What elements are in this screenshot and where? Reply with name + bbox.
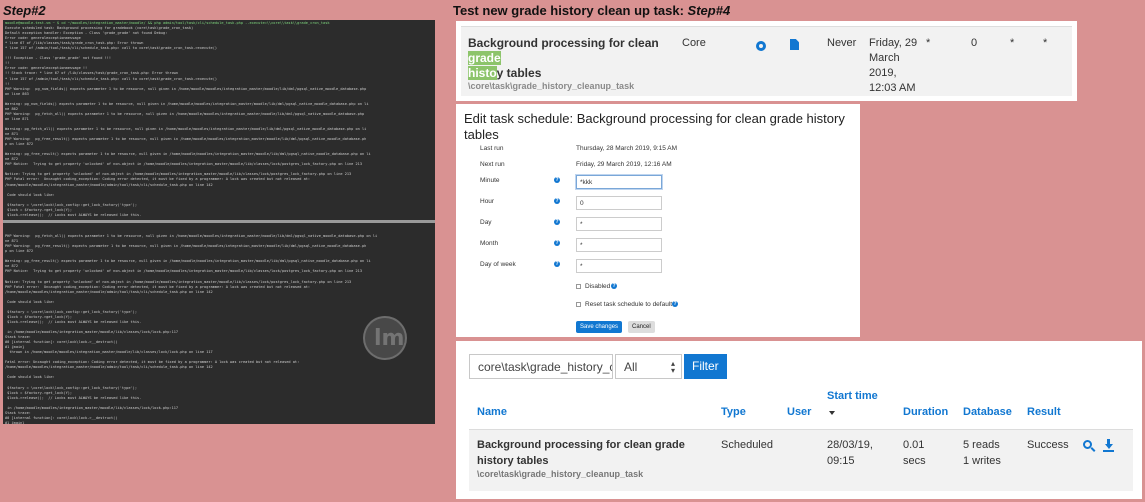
column-header-duration[interactable]: Duration xyxy=(903,404,948,420)
disabled-help-icon[interactable]: ? xyxy=(611,283,617,289)
column-header-result[interactable]: Result xyxy=(1027,404,1061,420)
terminal-line: Warning: pg_free_result() expects parame… xyxy=(5,259,371,264)
day-of-week-input[interactable]: * xyxy=(576,259,662,273)
log-database: 5 reads 1 writes xyxy=(963,439,1001,467)
save-changes-button[interactable]: Save changes xyxy=(576,321,623,333)
day-help-icon[interactable]: ? xyxy=(554,219,560,225)
sort-descending-icon xyxy=(829,411,835,415)
day-of-week-help-icon[interactable]: ? xyxy=(554,261,560,267)
task-logs-panel: core\task\grade_history_cle All ▴ ▾ Filte… xyxy=(456,341,1142,499)
task-classname: \core\task\grade_history_cleanup_task xyxy=(468,81,635,91)
terminal-line: PHP Warning: pg_fetch_all() expects para… xyxy=(5,234,378,239)
minute-input[interactable]: *kkk xyxy=(576,175,662,189)
os-logo-watermark-icon: lm xyxy=(363,316,407,360)
task-component: Core xyxy=(682,37,706,49)
download-output-icon[interactable] xyxy=(1103,439,1115,453)
task-minute: * xyxy=(926,37,931,49)
month-label: Month xyxy=(480,240,499,247)
reset-schedule-help-icon[interactable]: ? xyxy=(672,301,678,307)
step4-caption: Test new grade history clean up task: St… xyxy=(453,3,731,18)
select-arrows-icon: ▴ ▾ xyxy=(670,359,675,375)
column-header-name[interactable]: Name xyxy=(477,404,507,420)
day-of-week-label: Day of week xyxy=(480,261,516,268)
month-help-icon[interactable]: ? xyxy=(554,240,560,246)
hour-label: Hour xyxy=(480,198,495,205)
terminal-window: moodle@moodle-test-vm ~ $ cd ~/moodles/i… xyxy=(3,20,435,424)
terminal-output-top: moodle@moodle-test-vm ~ $ cd ~/moodles/i… xyxy=(3,20,435,220)
next-run-value: Friday, 29 March 2019, 12:16 AM xyxy=(576,161,672,168)
hour-input[interactable]: 0 xyxy=(576,196,662,210)
reset-schedule-checkbox[interactable] xyxy=(576,302,581,307)
next-run-label: Next run xyxy=(480,161,505,168)
terminal-line: $lock->release(); // Locks must ALWAYS b… xyxy=(5,212,142,217)
terminal-line: #1 {main} xyxy=(5,420,25,424)
scheduled-task-list-panel: Background processing for clean grade his… xyxy=(456,21,1077,101)
task-name: Background processing for clean grade his… xyxy=(468,36,668,91)
last-run-value: Thursday, 28 March 2019, 9:15 AM xyxy=(576,145,678,152)
terminal-line: Warning: pg_free_result() expects parame… xyxy=(5,152,371,157)
edit-form-title: Edit task schedule: Background processin… xyxy=(464,111,845,142)
column-header-database[interactable]: Database xyxy=(963,404,1012,420)
month-input[interactable]: * xyxy=(576,238,662,252)
disabled-checkbox[interactable] xyxy=(576,284,581,289)
cancel-button[interactable]: Cancel xyxy=(628,321,655,333)
last-run-label: Last run xyxy=(480,145,504,152)
filter-button[interactable]: Filter xyxy=(684,354,727,379)
task-next-run: Friday, 29 March 2019, 12:03 AM xyxy=(869,37,918,94)
log-task-name: Background processing for clean grade hi… xyxy=(477,439,685,479)
task-hour: 0 xyxy=(971,37,978,49)
log-type: Scheduled xyxy=(721,439,773,451)
column-header-type[interactable]: Type xyxy=(721,404,746,420)
task-month: * xyxy=(1043,37,1048,49)
disabled-label: Disabled xyxy=(585,283,611,290)
step2-caption: Step#2 xyxy=(3,3,46,18)
task-last-run: Never xyxy=(827,37,857,49)
edit-schedule-gear-icon[interactable] xyxy=(756,38,766,56)
log-result: Success xyxy=(1027,439,1069,451)
log-duration: 0.01 secs xyxy=(903,439,926,467)
log-result-select[interactable]: All ▴ ▾ xyxy=(615,354,682,379)
edit-task-schedule-panel: Edit task schedule: Background processin… xyxy=(456,104,860,337)
task-row: Background processing for clean grade his… xyxy=(461,26,1072,96)
reset-schedule-label: Reset task schedule to defaults xyxy=(585,301,676,308)
column-header-user[interactable]: User xyxy=(787,404,811,420)
task-day: * xyxy=(1010,37,1015,49)
column-header-start-time[interactable]: Start time xyxy=(827,388,878,415)
log-start-time: 28/03/19, 09:15 xyxy=(827,439,873,467)
view-output-search-icon[interactable] xyxy=(1083,440,1097,454)
log-filter-input[interactable]: core\task\grade_history_cle xyxy=(469,354,613,379)
table-row: Background processing for clean grade hi… xyxy=(469,429,1133,491)
hour-help-icon[interactable]: ? xyxy=(554,198,560,204)
minute-label: Minute xyxy=(480,177,500,184)
day-input[interactable]: * xyxy=(576,217,662,231)
minute-help-icon[interactable]: ? xyxy=(554,177,560,183)
day-label: Day xyxy=(480,219,492,226)
view-logs-document-icon[interactable] xyxy=(790,37,799,55)
